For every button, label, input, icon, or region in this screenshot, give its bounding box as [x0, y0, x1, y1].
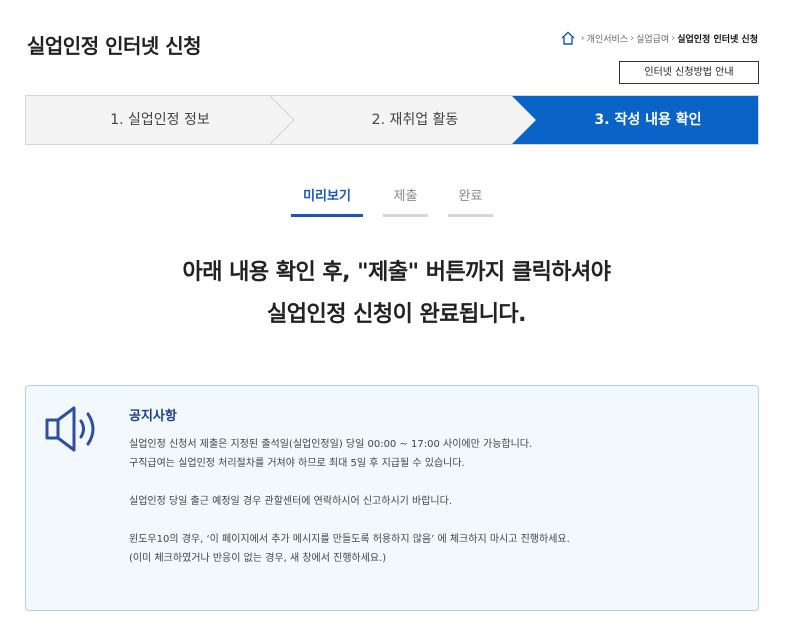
sub-tabs: 미리보기 제출 완료 — [0, 186, 793, 218]
tab-submit[interactable]: 제출 — [383, 186, 428, 217]
chevron-right-icon: › — [580, 32, 585, 44]
notice-title: 공지사항 — [129, 409, 177, 424]
notice-line-2: 구직급여는 실업인정 처리절차를 거쳐야 하므로 최대 5일 후 지급될 수 있… — [129, 458, 465, 469]
step-2: 2. 재취업 활동 — [371, 112, 459, 128]
tab-submit-label: 제출 — [393, 189, 418, 204]
tab-submit-underline — [383, 214, 428, 217]
headline-line-1: 아래 내용 확인 후, "제출" 버튼까지 클릭하셔야 — [182, 260, 611, 285]
tab-preview[interactable]: 미리보기 — [291, 186, 363, 217]
step-indicator: 1. 실업인정 정보 2. 재취업 활동 3. 작성 내용 확인 — [25, 95, 759, 145]
tab-complete-underline — [448, 214, 493, 217]
chevron-right-icon: › — [671, 32, 676, 44]
breadcrumb-item-current: 실업인정 인터넷 신청 — [677, 34, 758, 45]
home-icon[interactable] — [560, 30, 576, 46]
step-3-active: 3. 작성 내용 확인 — [594, 112, 702, 128]
notice-line-1: 실업인정 신청서 제출은 지정된 출석일(실업인정일) 당일 00:00 ~ 1… — [129, 439, 533, 450]
notice-box: 공지사항 실업인정 신청서 제출은 지정된 출석일(실업인정일) 당일 00:0… — [25, 385, 759, 611]
notice-line-3: 실업인정 당일 출근 예정일 경우 관할센터에 연락하시어 신고하시기 바랍니다… — [129, 496, 453, 507]
tab-preview-underline — [291, 214, 363, 217]
page-title: 실업인정 인터넷 신청 — [27, 34, 202, 58]
notice-line-5: (이미 체크하였거나 반응이 없는 경우, 새 창에서 진행하세요.) — [129, 553, 387, 564]
breadcrumb-item-personal-service[interactable]: 개인서비스 — [587, 32, 628, 45]
instruction-headline: 아래 내용 확인 후, "제출" 버튼까지 클릭하셔야 실업인정 신청이 완료됩… — [0, 252, 793, 336]
step-1: 1. 실업인정 정보 — [110, 112, 210, 128]
notice-line-4: 윈도우10의 경우, ‘이 페이지에서 추가 메시지를 만들도록 허용하지 않음… — [129, 534, 570, 545]
chevron-right-icon: › — [630, 32, 635, 44]
application-guide-button[interactable]: 인터넷 신청방법 안내 — [619, 61, 759, 84]
notice-spacer — [129, 473, 729, 492]
speaker-icon — [45, 406, 95, 452]
breadcrumb-item-unemployment-benefit[interactable]: 실업급여 — [636, 32, 669, 45]
notice-body: 실업인정 신청서 제출은 지정된 출석일(실업인정일) 당일 00:00 ~ 1… — [129, 435, 729, 568]
tab-complete[interactable]: 완료 — [448, 186, 493, 217]
headline-line-2: 실업인정 신청이 완료됩니다. — [266, 302, 527, 327]
tab-preview-label: 미리보기 — [303, 189, 351, 204]
notice-spacer — [129, 511, 729, 530]
tab-complete-label: 완료 — [458, 189, 483, 204]
breadcrumb: › 개인서비스 › 실업급여 › 실업인정 인터넷 신청 — [560, 30, 758, 46]
